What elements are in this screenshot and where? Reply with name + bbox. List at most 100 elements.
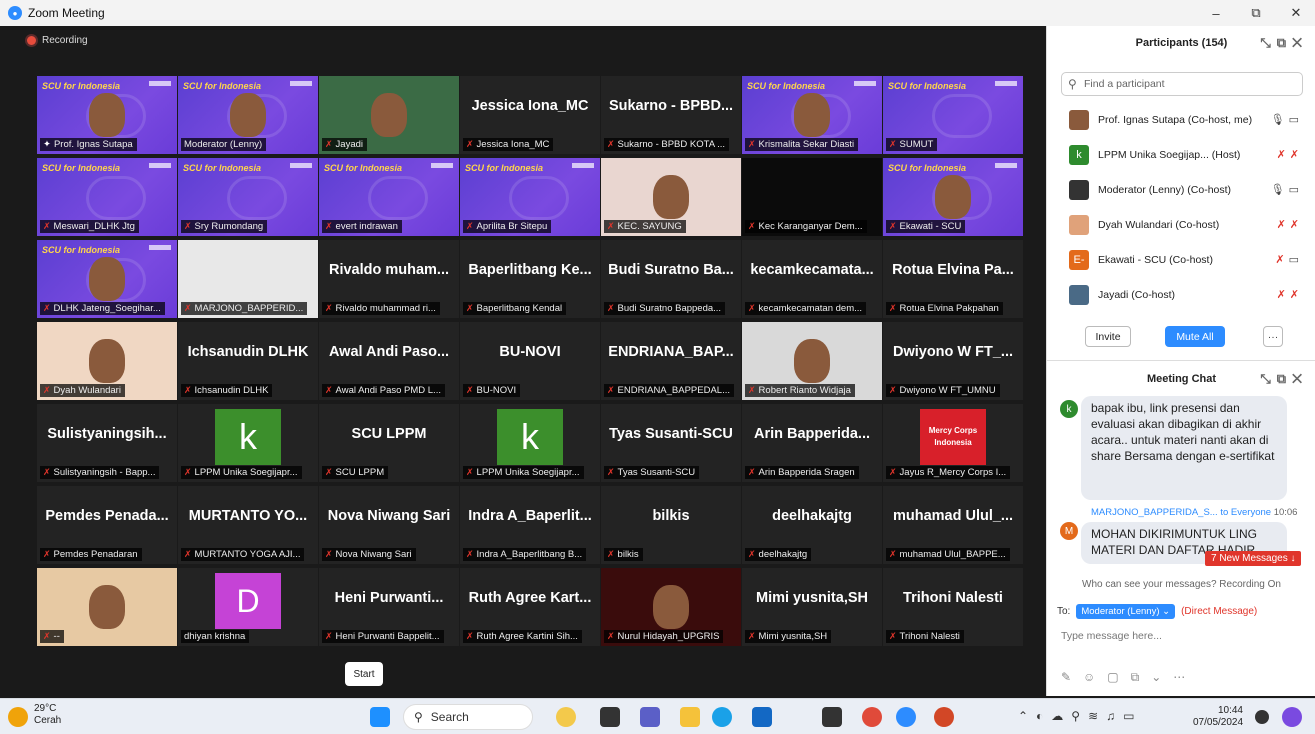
face [89,585,125,629]
restore-button[interactable]: ⧉ [1236,0,1276,26]
participant-row[interactable]: Jayadi (Co-host) ✗✗ [1047,277,1307,312]
video-tile[interactable]: Ruth Agree Kart... ✗ Ruth Agree Kartini Si… [460,568,600,646]
video-tile[interactable]: Rotua Elvina Pa... ✗ Rotua Elvina Pakpahan [883,240,1023,318]
video-tile[interactable]: Tyas Susanti-SCU ✗ Tyas Susanti-SCU [601,404,741,482]
video-tile[interactable]: ✗ -- [37,568,177,646]
video-tile[interactable]: k ✗ LPPM Unika Soegijapr... [460,404,600,482]
copilot-icon[interactable] [1282,707,1302,727]
video-tile[interactable]: muhamad Ulul_... ✗ muhamad Ulul_BAPPE... [883,486,1023,564]
teams-icon[interactable] [640,707,660,727]
zoom-taskbar-icon[interactable] [896,707,916,727]
video-tile[interactable]: SCU for Indonesia ✗ Sry Rumondang [178,158,318,236]
windows-start-icon[interactable] [370,707,390,727]
visibility-note[interactable]: Who can see your messages? Recording On [1047,579,1315,590]
task-view-icon[interactable] [600,707,620,727]
chat-toolbar-icons[interactable]: ✎☺▢⧉⌄⋯ [1061,670,1197,685]
video-tile[interactable]: MURTANTO YO... ✗ MURTANTO YOGA AJI... [178,486,318,564]
video-tile[interactable]: SCU for Indonesia ✦ Prof. Ignas Sutapa [37,76,177,154]
video-tile[interactable]: Dwiyono W FT_... ✗ Dwiyono W FT_UMNU [883,322,1023,400]
participant-status-icons[interactable]: 🎙▭ [1271,113,1303,126]
video-tile[interactable]: SCU for Indonesia Moderator (Lenny) [178,76,318,154]
participant-row[interactable]: E- Ekawati - SCU (Co-host) ✗▭ [1047,242,1307,277]
video-tile[interactable]: Rivaldo muham... ✗ Rivaldo muhammad ri... [319,240,459,318]
video-tile[interactable]: BU-NOVI ✗ BU-NOVI [460,322,600,400]
participant-row[interactable]: Dyah Wulandari (Co-host) ✗✗ [1047,207,1307,242]
video-tile[interactable]: deelhakajtg ✗ deelhakajtg [742,486,882,564]
notification-icon[interactable] [1255,710,1269,724]
store-icon[interactable] [752,707,772,727]
participant-name: Kec Karanganyar Dem... [758,221,863,232]
mute-all-button[interactable]: Mute All [1165,326,1225,347]
file-explorer-icon[interactable] [680,707,700,727]
video-tile[interactable]: SCU LPPM ✗ SCU LPPM [319,404,459,482]
video-tile[interactable]: SCU for Indonesia ✗ DLHK Jateng_Soegihar..… [37,240,177,318]
recipient-dropdown[interactable]: Moderator (Lenny) ⌄ [1076,604,1176,619]
video-tile[interactable]: Awal Andi Paso... ✗ Awal Andi Paso PMD L..… [319,322,459,400]
participant-status-icons[interactable]: ✗▭ [1275,253,1303,266]
more-options-button[interactable]: ··· [1263,326,1283,347]
video-tile[interactable]: Ichsanudin DLHK ✗ Ichsanudin DLHK [178,322,318,400]
invite-button[interactable]: Invite [1085,326,1131,347]
taskbar-search[interactable]: ⚲ Search [403,704,533,730]
start-button[interactable]: Start [345,662,383,686]
participant-row[interactable]: Prof. Ignas Sutapa (Co-host, me) 🎙▭ [1047,102,1307,137]
video-tile[interactable]: SCU for Indonesia ✗ SUMUT [883,76,1023,154]
weather-icon[interactable] [8,707,28,727]
video-tile[interactable]: kecamkecamata... ✗ kecamkecamatan dem... [742,240,882,318]
close-button[interactable]: ✕ [1276,0,1315,26]
video-tile[interactable]: bilkis ✗ bilkis [601,486,741,564]
weather-widget[interactable]: 29°C Cerah [34,703,61,727]
widget-icon[interactable] [556,707,576,727]
notion-icon[interactable] [822,707,842,727]
video-tile[interactable]: Baperlitbang Ke... ✗ Baperlitbang Kendal [460,240,600,318]
video-tile[interactable]: Mercy Corps Indonesia ✗ Jayus R_Mercy Corp… [883,404,1023,482]
video-tile[interactable]: Ddhiyan krishna [178,568,318,646]
video-tile[interactable]: Sukarno - BPBD... ✗ Sukarno - BPBD KOTA ..… [601,76,741,154]
video-tile[interactable]: Heni Purwanti... ✗ Heni Purwanti Bappelit.… [319,568,459,646]
video-tile[interactable]: SCU for Indonesia ✗ Aprilita Br Sitepu [460,158,600,236]
chat-controls-icon[interactable]: ⤡⧉✕ [1260,371,1308,387]
video-tile[interactable]: ✗ Kec Karanganyar Dem... [742,158,882,236]
video-tile[interactable]: Budi Suratno Ba... ✗ Budi Suratno Bappeda.… [601,240,741,318]
participant-status-icons[interactable]: ✗✗ [1277,218,1303,231]
video-tile[interactable]: SCU for Indonesia ✗ evert indrawan [319,158,459,236]
video-tile[interactable]: ENDRIANA_BAP... ✗ ENDRIANA_BAPPEDAL... [601,322,741,400]
new-messages-button[interactable]: 7 New Messages ↓ [1205,551,1302,566]
participant-status-icons[interactable]: ✗✗ [1277,148,1303,161]
video-tile[interactable]: Trihoni Nalesti ✗ Trihoni Nalesti [883,568,1023,646]
muted-mic-icon: ✗ [43,467,51,477]
video-tile[interactable]: ✗ MARJONO_BAPPERID... [178,240,318,318]
video-tile[interactable]: Pemdes Penada... ✗ Pemdes Penadaran [37,486,177,564]
participant-status-icons[interactable]: ✗✗ [1277,288,1303,301]
panel-controls-icon[interactable]: ⤡⧉✕ [1260,35,1308,51]
powerpoint-icon[interactable] [934,707,954,727]
participant-status-icons[interactable]: 🎙▭ [1271,183,1303,196]
participant-row[interactable]: k LPPM Unika Soegijap... (Host) ✗✗ [1047,137,1307,172]
video-tile[interactable]: SCU for Indonesia ✗ Meswari_DLHK Jtg [37,158,177,236]
system-tray-icons[interactable]: ⌃◐☁⚲≋♫▭ [1018,709,1142,723]
chat-sender[interactable]: MARJONO_BAPPERIDA_S... [1091,507,1218,518]
video-tile[interactable]: SCU for Indonesia ✗ Krismalita Sekar Diast… [742,76,882,154]
participant-search-input[interactable]: ⚲ Find a participant [1061,72,1303,96]
participant-row[interactable]: Moderator (Lenny) (Co-host) 🎙▭ [1047,172,1307,207]
edge-icon[interactable] [712,707,732,727]
participant-name: LPPM Unika Soegijapr... [194,467,298,478]
chrome-icon[interactable] [862,707,882,727]
video-tile[interactable]: ✗ Jayadi [319,76,459,154]
video-tile[interactable]: Indra A_Baperlit... ✗ Indra A_Baperlitbang… [460,486,600,564]
video-tile[interactable]: Arin Bapperida... ✗ Arin Bapperida Sragen [742,404,882,482]
video-tile[interactable]: k ✗ LPPM Unika Soegijapr... [178,404,318,482]
video-tile[interactable]: Mimi yusnita,SH ✗ Mimi yusnita,SH [742,568,882,646]
video-tile[interactable]: ✗ Dyah Wulandari [37,322,177,400]
video-tile[interactable]: SCU for Indonesia ✗ Ekawati - SCU [883,158,1023,236]
recording-indicator[interactable]: Recording [27,35,88,46]
video-tile[interactable]: ✗ Nurul Hidayah_UPGRIS [601,568,741,646]
video-tile[interactable]: Sulistyaningsih... ✗ Sulistyaningsih - Bap… [37,404,177,482]
minimize-button[interactable]: – [1196,0,1236,26]
video-tile[interactable]: ✗ KEC. SAYUNG [601,158,741,236]
video-tile[interactable]: Nova Niwang Sari ✗ Nova Niwang Sari [319,486,459,564]
clock[interactable]: 10:44 07/05/2024 [1193,705,1243,729]
video-tile[interactable]: Jessica Iona_MC ✗ Jessica Iona_MC [460,76,600,154]
video-tile[interactable]: ✗ Robert Rianto Widjaja [742,322,882,400]
chat-input[interactable]: Type message here... [1061,630,1162,642]
